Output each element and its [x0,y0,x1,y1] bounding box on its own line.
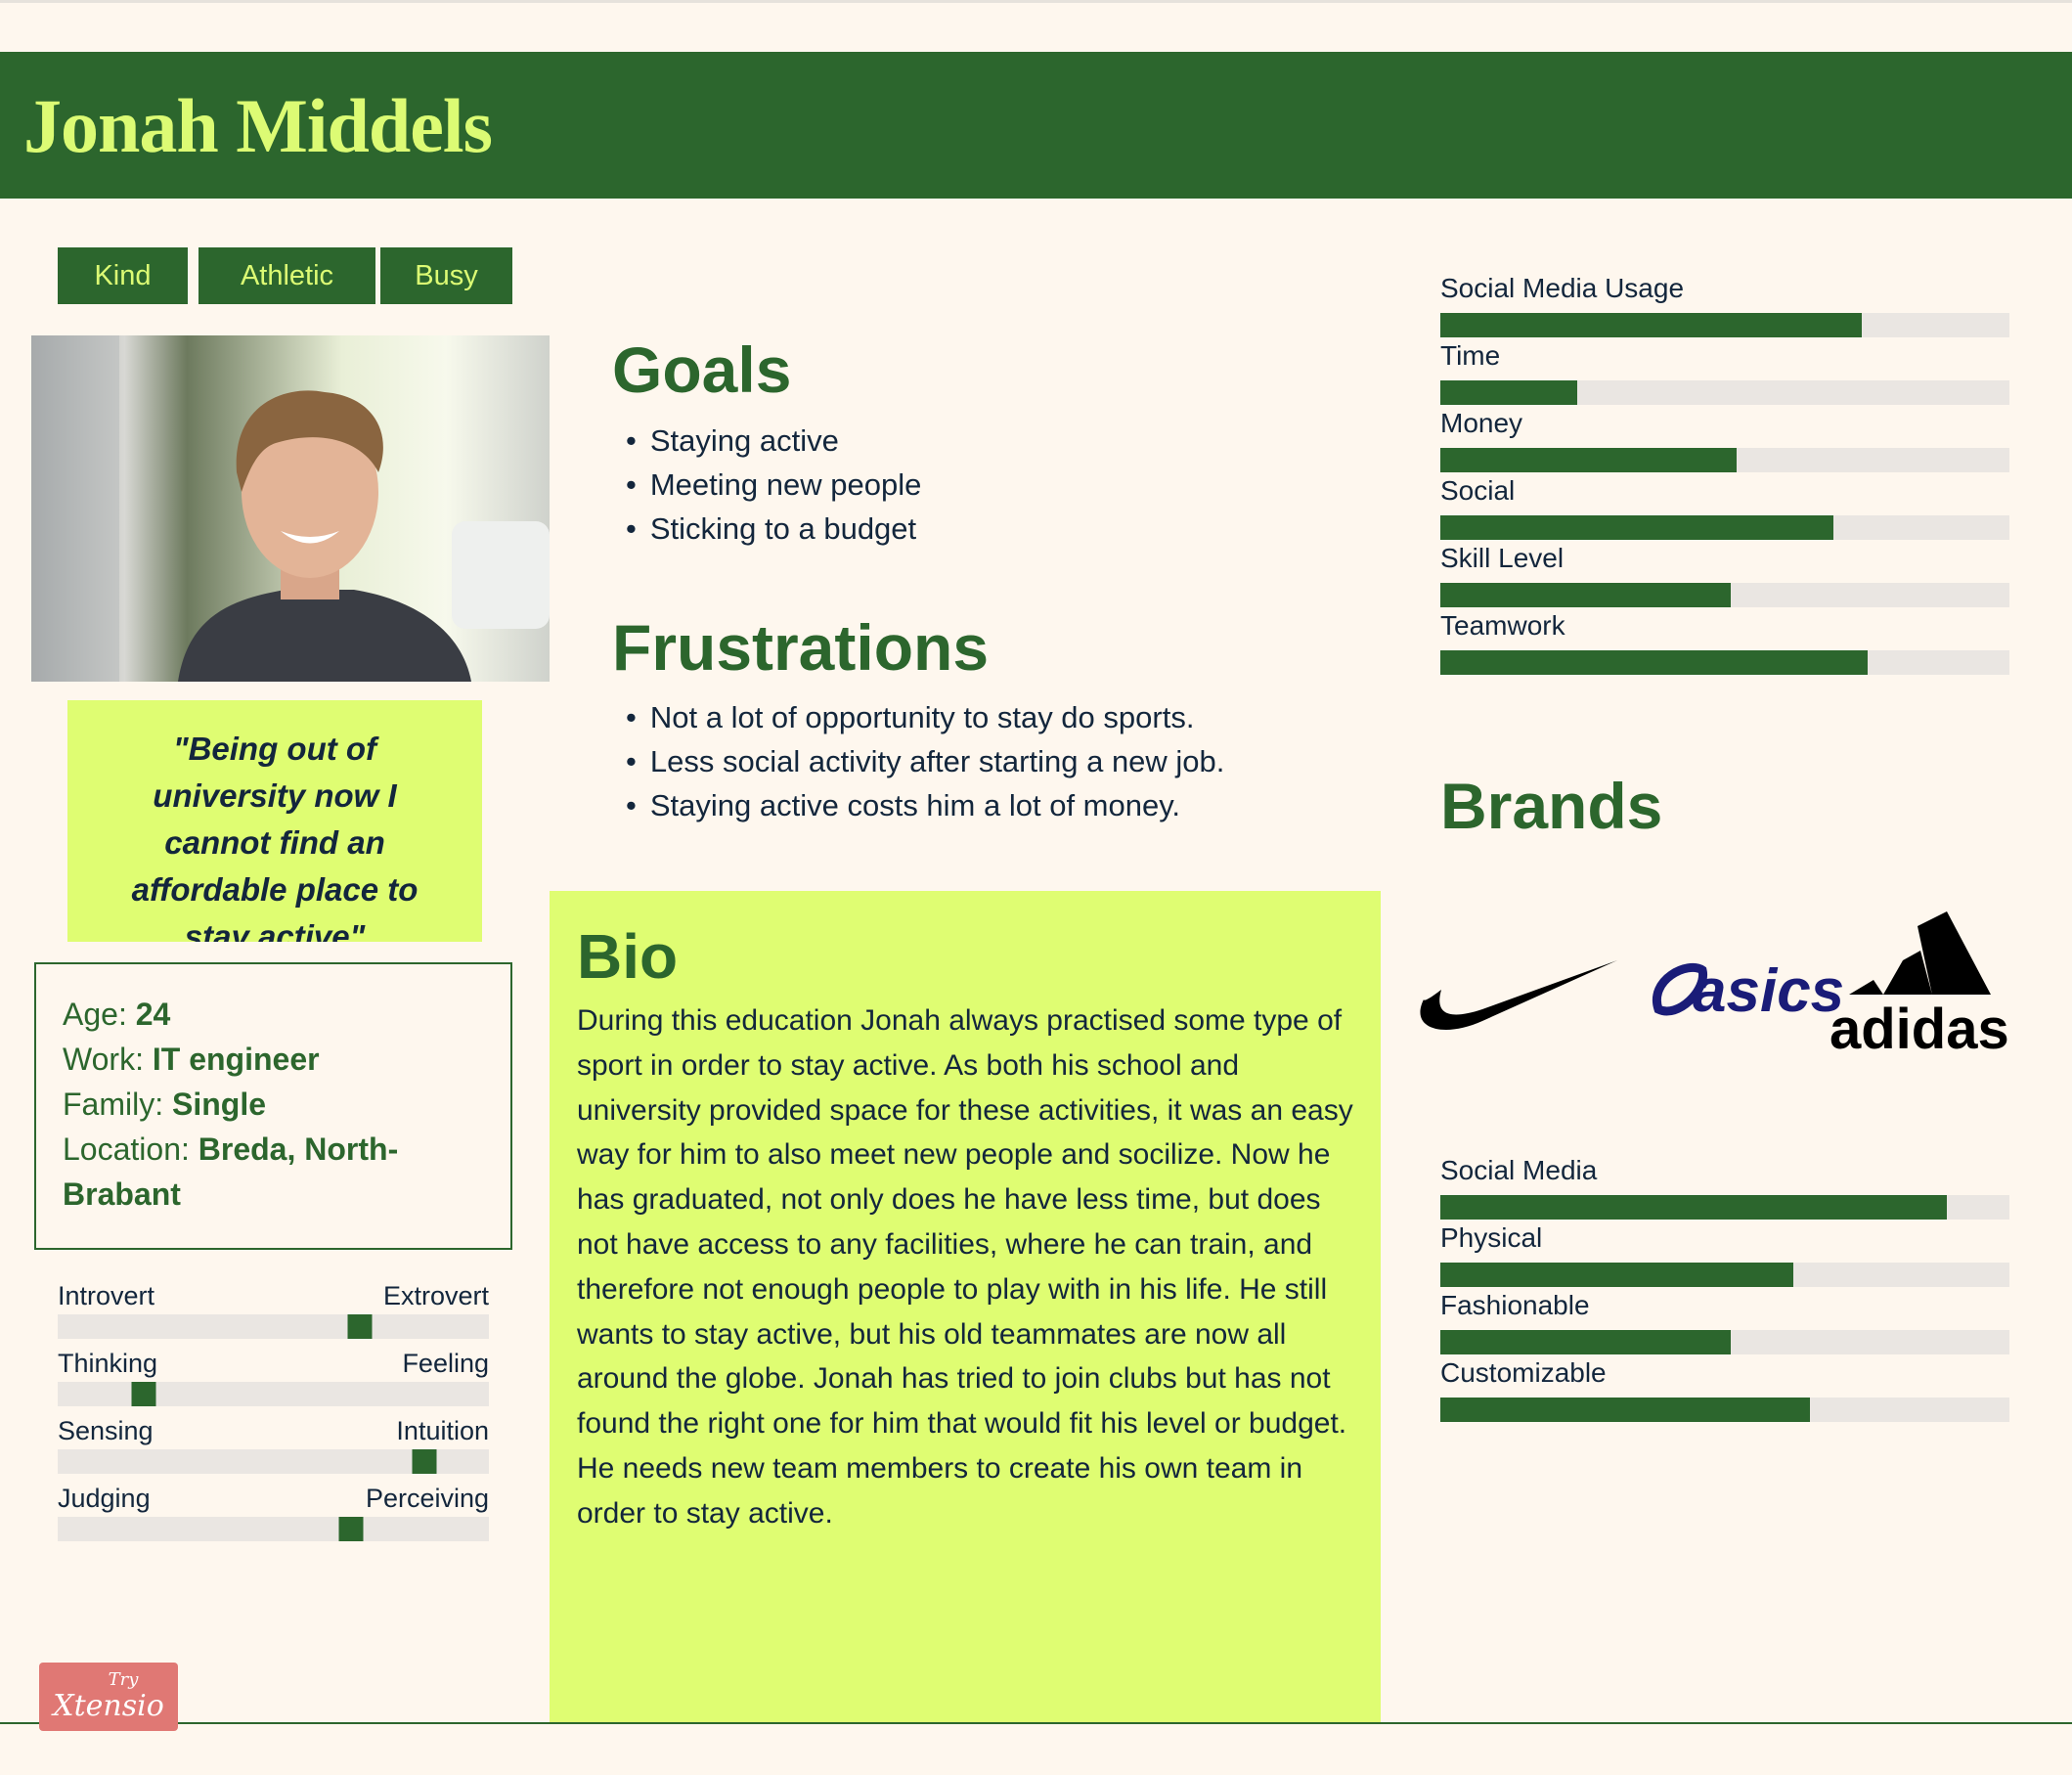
trait-marker [131,1382,156,1406]
persona-quote: "Being out of university now I cannot fi… [67,700,482,942]
bar-track [1440,583,2009,607]
svg-text:asics: asics [1693,957,1844,1025]
motivations-bar: Social [1440,474,2009,540]
trait-right-label: Feeling [402,1349,489,1378]
bar-label: Social Media Usage [1440,273,1685,303]
personality-slider: Thinking Feeling [58,1349,489,1406]
goals-list: Staying active Meeting new people Sticki… [626,419,921,551]
bar-fill [1440,1330,1731,1354]
bar-label: Skill Level [1440,543,1565,573]
bar-track [1440,313,2009,337]
preferences-bar: Social Media [1440,1154,2009,1220]
nike-logo-icon [1420,960,1617,1030]
trait-left-label: Judging [58,1484,151,1513]
personality-slider: Sensing Intuition [58,1416,489,1474]
bar-label: Customizable [1440,1357,1607,1388]
demographics-box: Age: 24 Work: IT engineer Family: Single… [34,962,512,1250]
info-work: Work: IT engineer [63,1042,320,1077]
tag-kind: Kind [58,247,188,304]
motivations-bar: Teamwork [1440,609,2009,675]
bar-track [1440,1398,2009,1422]
bar-fill [1440,1263,1793,1287]
info-location: Location: Breda, North-Brabant [63,1132,399,1212]
info-age: Age: 24 [63,997,171,1032]
bar-fill [1440,313,1862,337]
tag-athletic: Athletic [198,247,375,304]
frustration-item: Staying active costs him a lot of money. [626,783,1224,827]
trait-track [58,1314,489,1339]
bar-track [1440,1195,2009,1220]
goals-heading: Goals [612,333,792,406]
motivations-bar: Money [1440,407,2009,472]
preferences-bar: Fashionable [1440,1289,2009,1354]
bar-fill [1440,380,1577,405]
bar-fill [1440,583,1731,607]
bar-track [1440,380,2009,405]
trait-marker [347,1314,373,1339]
brand-logos: asics adidas [1414,911,2040,1061]
bottom-divider [0,1722,2072,1724]
goal-item: Meeting new people [626,463,921,507]
goal-item: Staying active [626,419,921,463]
trait-track [58,1382,489,1406]
asics-logo-icon: asics [1652,957,1844,1025]
bio-text: During this education Jonah always pract… [577,1004,1353,1530]
bar-fill [1440,1195,1947,1220]
bar-label: Fashionable [1440,1290,1590,1320]
frustration-item: Less social activity after starting a ne… [626,739,1225,783]
trait-right-label: Perceiving [365,1484,489,1513]
svg-text:adidas: adidas [1830,998,2009,1053]
bar-label: Teamwork [1440,610,1565,641]
bar-track [1440,1330,2009,1354]
trait-right-label: Extrovert [382,1281,489,1310]
trait-right-label: Intuition [396,1416,489,1445]
adidas-logo-icon: adidas [1830,911,2009,1061]
bar-label: Time [1440,340,1501,371]
try-xtensio-button[interactable]: Try Xtensio [39,1663,178,1731]
tag-busy: Busy [380,247,512,304]
trait-track [58,1449,489,1474]
frustration-item: Not a lot of opportunity to stay do spor… [626,695,1224,739]
trait-left-label: Introvert [58,1281,155,1310]
bar-fill [1440,650,1868,675]
bar-track [1440,1263,2009,1287]
persona-name: Jonah Middels [23,83,493,168]
bar-track [1440,448,2009,472]
frustrations-list: Not a lot of opportunity to stay do spor… [626,695,1225,827]
top-divider [0,0,2072,3]
trait-marker [412,1449,437,1474]
goal-item: Sticking to a budget [626,507,921,551]
bar-fill [1440,448,1737,472]
bar-label: Physical [1440,1222,1543,1253]
trait-track [58,1517,489,1541]
preferences-bar: Physical [1440,1221,2009,1287]
trait-marker [338,1517,364,1541]
bio-heading: Bio [577,921,679,992]
bio-section: Bio During this education Jonah always p… [550,891,1381,1722]
bar-fill [1440,515,1833,540]
bar-fill [1440,1398,1811,1422]
info-family: Family: Single [63,1087,267,1122]
bar-track [1440,650,2009,675]
motivations-bar: Social Media Usage [1440,272,2009,337]
motivations-bar: Skill Level [1440,542,2009,607]
preferences-bar: Customizable [1440,1356,2009,1422]
persona-photo [31,335,550,682]
trait-left-label: Thinking [58,1349,158,1378]
bar-label: Social [1440,475,1516,506]
motivations-bar: Time [1440,339,2009,405]
frustrations-heading: Frustrations [612,611,990,684]
bar-label: Money [1440,408,1523,438]
personality-slider: Introvert Extrovert [58,1281,489,1339]
personality-slider: Judging Perceiving [58,1484,489,1541]
trait-left-label: Sensing [58,1416,154,1445]
brands-heading: Brands [1440,770,1663,842]
bar-track [1440,515,2009,540]
bar-label: Social Media [1440,1155,1598,1185]
